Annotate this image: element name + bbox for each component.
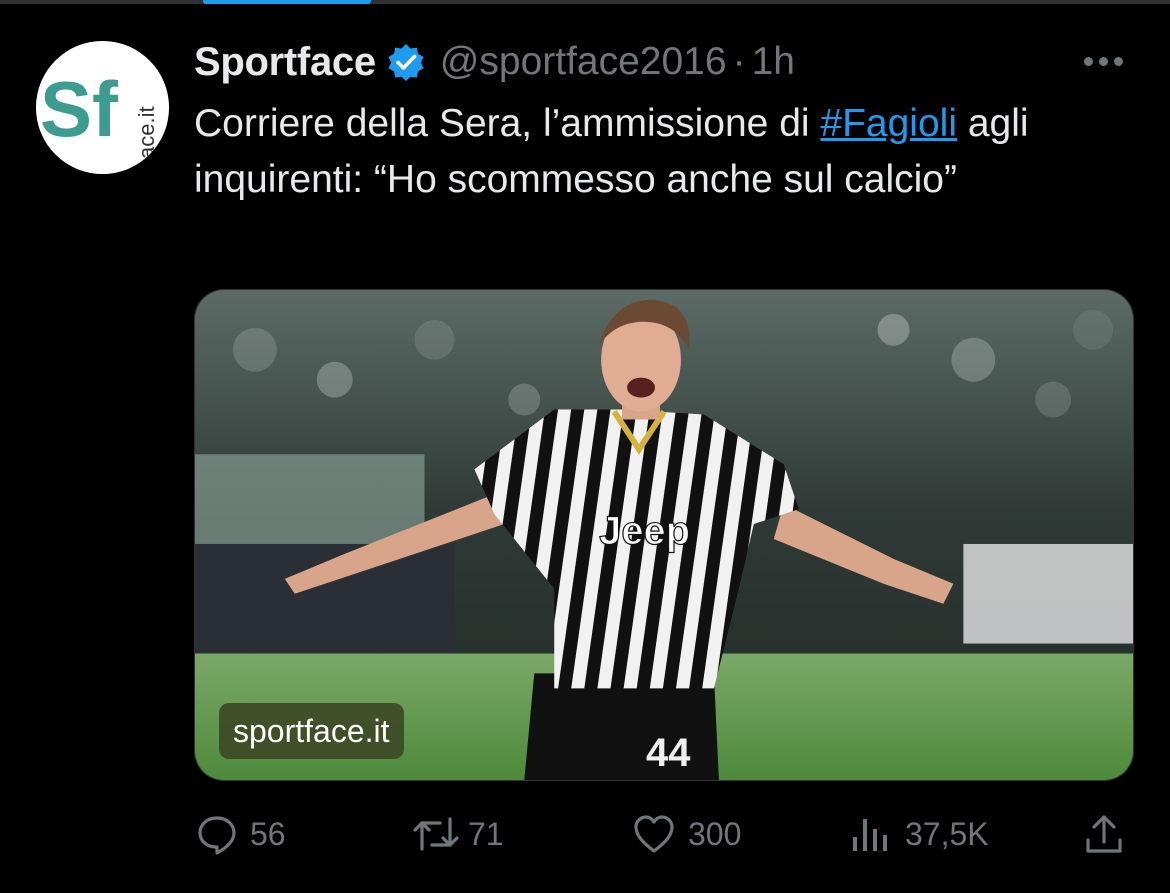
reply-button[interactable]: 56: [196, 806, 286, 862]
separator-dot: ·: [732, 40, 746, 83]
hashtag-link[interactable]: #Fagioli: [820, 102, 957, 145]
top-divider: [0, 0, 1170, 4]
speech-bubble-icon: [196, 813, 238, 855]
svg-text:Sf: Sf: [40, 65, 119, 153]
active-tab-indicator: [203, 0, 371, 4]
heart-icon: [632, 813, 676, 855]
more-dots-icon[interactable]: [1084, 48, 1130, 74]
tweet-media-image[interactable]: Jeep 44 sportface.it: [194, 289, 1134, 781]
author-handle[interactable]: @sportface2016: [440, 40, 727, 84]
media-watermark: sportface.it: [219, 703, 404, 759]
sportface-logo: Sf ace.it: [36, 41, 169, 174]
views-count: 37,5K: [905, 815, 989, 852]
svg-text:44: 44: [646, 731, 690, 775]
views-button[interactable]: 37,5K: [849, 806, 989, 862]
share-button[interactable]: [1082, 806, 1126, 862]
bar-chart-icon: [849, 813, 893, 855]
like-button[interactable]: 300: [632, 806, 741, 862]
tweet-text: Corriere della Sera, l’ammissione di #Fa…: [194, 96, 1094, 208]
author-name[interactable]: Sportface: [194, 40, 376, 85]
svg-text:Jeep: Jeep: [599, 509, 690, 553]
reply-count: 56: [250, 815, 286, 852]
retweet-arrows-icon: [412, 813, 460, 855]
tweet-action-bar: 56 71 300 37,5K: [194, 806, 1134, 862]
share-upload-icon: [1082, 812, 1126, 856]
tweet-timestamp[interactable]: 1h: [752, 40, 795, 84]
svg-text:ace.it: ace.it: [134, 106, 159, 159]
retweet-count: 71: [468, 815, 504, 852]
author-avatar[interactable]: Sf ace.it: [36, 41, 169, 174]
tweet-text-part: Corriere della Sera, l’ammissione di: [194, 102, 821, 145]
retweet-button[interactable]: 71: [412, 806, 504, 862]
like-count: 300: [688, 815, 742, 852]
tweet-header: Sportface @sportface2016 · 1h: [194, 36, 795, 88]
verified-badge-icon[interactable]: [386, 42, 426, 82]
